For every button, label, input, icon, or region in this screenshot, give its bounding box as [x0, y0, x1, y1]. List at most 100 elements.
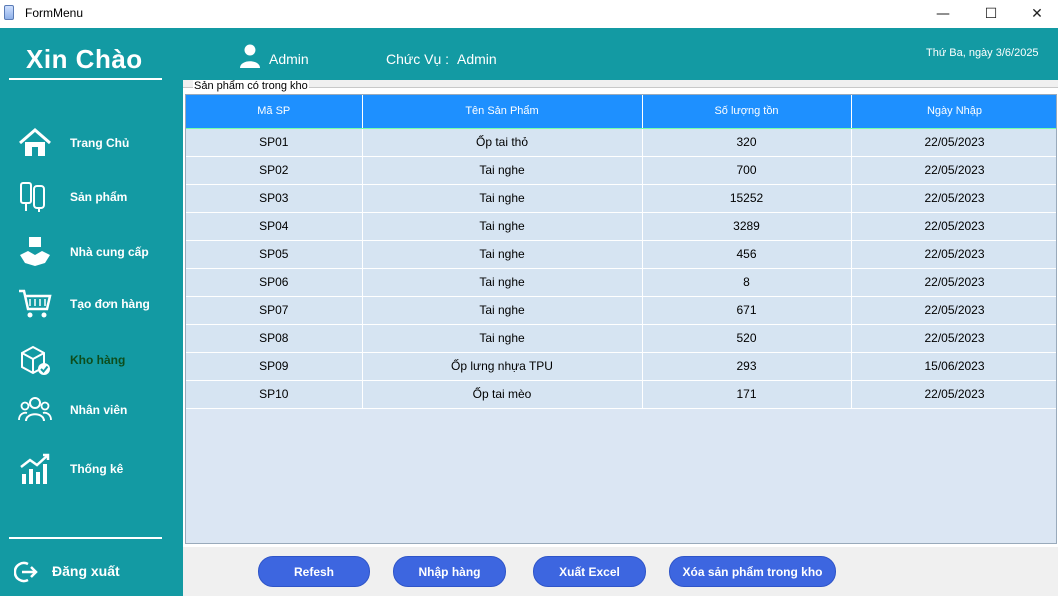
logout-icon[interactable] [14, 560, 38, 584]
cell-stock-quantity[interactable]: 293 [642, 352, 852, 381]
user-icon [240, 44, 260, 68]
table-row[interactable]: SP08 Tai nghe 520 22/05/2023 [186, 324, 1056, 353]
column-header-stock-quantity[interactable]: Số lượng tồn [642, 95, 852, 129]
logout-button[interactable]: Đăng xuất [52, 563, 120, 579]
sidebar-item-label: Trang Chủ [70, 136, 130, 150]
cell-product-name[interactable]: Tai nghe [362, 156, 643, 185]
cell-import-date[interactable]: 22/05/2023 [851, 380, 1056, 409]
sidebar-item-statistics[interactable]: Thống kê [0, 448, 183, 492]
table-header-row: Mã SP Tên Sản Phẩm Số lượng tồn Ngày Nhậ… [186, 95, 1056, 129]
cell-product-name[interactable]: Ốp lưng nhựa TPU [362, 352, 643, 381]
home-icon [19, 128, 51, 156]
cell-product-name[interactable]: Ốp tai mèo [362, 380, 643, 409]
chart-icon [20, 453, 50, 484]
cell-product-id[interactable]: SP06 [186, 268, 363, 297]
cell-product-id[interactable]: SP05 [186, 240, 363, 269]
cell-import-date[interactable]: 22/05/2023 [851, 296, 1056, 325]
sidebar-divider [9, 537, 162, 539]
product-icon [20, 182, 45, 212]
cell-stock-quantity[interactable]: 456 [642, 240, 852, 269]
cell-import-date[interactable]: 22/05/2023 [851, 268, 1056, 297]
cell-import-date[interactable]: 22/05/2023 [851, 156, 1056, 185]
cell-product-name[interactable]: Ốp tai thỏ [362, 128, 643, 157]
cell-import-date[interactable]: 22/05/2023 [851, 240, 1056, 269]
maximize-button[interactable]: ☐ [968, 0, 1014, 28]
main-content: Sản phẩm có trong kho Mã SP Tên Sản Phẩm… [183, 80, 1058, 596]
table-row[interactable]: SP09 Ốp lưng nhựa TPU 293 15/06/2023 [186, 352, 1056, 381]
cell-stock-quantity[interactable]: 671 [642, 296, 852, 325]
close-button[interactable]: ✕ [1014, 0, 1058, 28]
table-row[interactable]: SP02 Tai nghe 700 22/05/2023 [186, 156, 1056, 185]
delete-stock-button[interactable]: Xóa sản phẩm trong kho [669, 556, 836, 587]
cell-product-name[interactable]: Tai nghe [362, 324, 643, 353]
user-name: Admin [269, 51, 309, 67]
cart-icon [19, 289, 52, 318]
sidebar-item-home[interactable]: Trang Chủ [0, 122, 183, 166]
inventory-grid[interactable]: Mã SP Tên Sản Phẩm Số lượng tồn Ngày Nhậ… [185, 94, 1057, 544]
sidebar-item-staff[interactable]: Nhân viên [0, 389, 183, 433]
minimize-button[interactable]: — [920, 0, 966, 28]
staff-icon [18, 397, 52, 422]
column-header-product-name[interactable]: Tên Sản Phẩm [362, 95, 643, 129]
import-goods-button[interactable]: Nhập hàng [393, 556, 506, 587]
supplier-icon [20, 237, 50, 266]
refresh-button[interactable]: Refesh [258, 556, 370, 587]
header-bar: Xin Chào Admin Chức Vụ : Admin Thứ Ba, n… [0, 28, 1058, 80]
cell-stock-quantity[interactable]: 520 [642, 324, 852, 353]
sidebar-item-label: Nhà cung cấp [70, 245, 149, 259]
cell-product-name[interactable]: Tai nghe [362, 268, 643, 297]
sidebar-item-label: Kho hàng [70, 353, 126, 367]
date-label: Thứ Ba, ngày 3/6/2025 [926, 47, 1039, 59]
table-row[interactable]: SP10 Ốp tai mèo 171 22/05/2023 [186, 380, 1056, 409]
cell-product-id[interactable]: SP04 [186, 212, 363, 241]
column-header-import-date[interactable]: Ngày Nhập [851, 95, 1056, 129]
table-row[interactable]: SP01 Ốp tai thỏ 320 22/05/2023 [186, 128, 1056, 157]
sidebar-item-label: Tạo đơn hàng [70, 297, 150, 311]
sidebar-item-label: Nhân viên [70, 403, 128, 417]
inventory-table: Mã SP Tên Sản Phẩm Số lượng tồn Ngày Nhậ… [186, 95, 1056, 409]
app-icon [4, 5, 14, 20]
table-row[interactable]: SP04 Tai nghe 3289 22/05/2023 [186, 212, 1056, 241]
cell-stock-quantity[interactable]: 320 [642, 128, 852, 157]
table-row[interactable]: SP07 Tai nghe 671 22/05/2023 [186, 296, 1056, 325]
action-bar: Refesh Nhập hàng Xuất Excel Xóa sản phẩm… [183, 547, 1058, 596]
cell-product-id[interactable]: SP07 [186, 296, 363, 325]
cell-import-date[interactable]: 15/06/2023 [851, 352, 1056, 381]
table-row[interactable]: SP05 Tai nghe 456 22/05/2023 [186, 240, 1056, 269]
cell-stock-quantity[interactable]: 3289 [642, 212, 852, 241]
warehouse-icon [21, 345, 50, 375]
cell-stock-quantity[interactable]: 700 [642, 156, 852, 185]
inventory-group-title: Sản phẩm có trong kho [193, 80, 309, 92]
sidebar-item-label: Thống kê [70, 462, 124, 476]
sidebar-item-products[interactable]: Sản phẩm [0, 176, 183, 220]
title-bar: FormMenu — ☐ ✕ [0, 0, 1058, 28]
cell-product-id[interactable]: SP01 [186, 128, 363, 157]
cell-stock-quantity[interactable]: 15252 [642, 184, 852, 213]
cell-stock-quantity[interactable]: 8 [642, 268, 852, 297]
cell-product-id[interactable]: SP03 [186, 184, 363, 213]
cell-import-date[interactable]: 22/05/2023 [851, 324, 1056, 353]
cell-product-id[interactable]: SP10 [186, 380, 363, 409]
sidebar-item-suppliers[interactable]: Nhà cung cấp [0, 231, 183, 275]
cell-product-id[interactable]: SP08 [186, 324, 363, 353]
table-row[interactable]: SP06 Tai nghe 8 22/05/2023 [186, 268, 1056, 297]
cell-product-name[interactable]: Tai nghe [362, 240, 643, 269]
column-header-product-id[interactable]: Mã SP [186, 95, 363, 129]
cell-product-name[interactable]: Tai nghe [362, 184, 643, 213]
sidebar-item-warehouse[interactable]: Kho hàng [0, 339, 183, 383]
cell-import-date[interactable]: 22/05/2023 [851, 184, 1056, 213]
inventory-table-body: SP01 Ốp tai thỏ 320 22/05/2023 SP02 Tai nghe 7… [186, 128, 1056, 409]
cell-import-date[interactable]: 22/05/2023 [851, 212, 1056, 241]
export-excel-button[interactable]: Xuất Excel [533, 556, 646, 587]
sidebar-item-label: Sản phẩm [70, 190, 128, 204]
cell-product-id[interactable]: SP02 [186, 156, 363, 185]
cell-product-name[interactable]: Tai nghe [362, 212, 643, 241]
table-row[interactable]: SP03 Tai nghe 15252 22/05/2023 [186, 184, 1056, 213]
cell-stock-quantity[interactable]: 171 [642, 380, 852, 409]
form-menu-window: FormMenu — ☐ ✕ Xin Chào Admin Chức Vụ : … [0, 0, 1058, 596]
cell-product-name[interactable]: Tai nghe [362, 296, 643, 325]
cell-import-date[interactable]: 22/05/2023 [851, 128, 1056, 157]
role-value: Admin [457, 51, 497, 67]
sidebar-item-create-order[interactable]: Tạo đơn hàng [0, 283, 183, 327]
cell-product-id[interactable]: SP09 [186, 352, 363, 381]
